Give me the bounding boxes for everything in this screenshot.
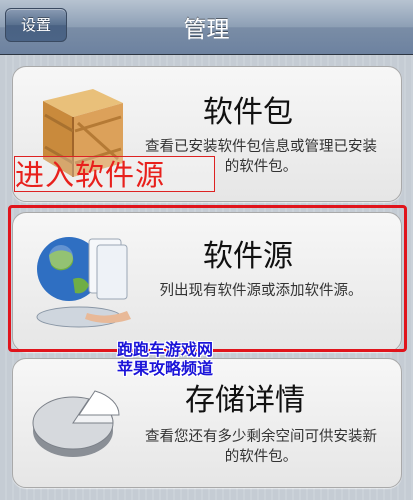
storage-pie-icon xyxy=(32,390,120,457)
navigation-bar: 设置 管理 xyxy=(0,0,413,55)
highlight-box xyxy=(8,205,407,352)
watermark-line2: 苹果攻略频道 xyxy=(117,359,214,378)
annotation-label: 进入软件源 xyxy=(14,156,215,192)
storage-title: 存储详情 xyxy=(185,383,305,418)
packages-title: 软件包 xyxy=(203,95,293,130)
page-title: 管理 xyxy=(183,17,230,43)
storage-description: 查看您还有多少剩余空间可供安装新的软件包。 xyxy=(145,429,377,465)
